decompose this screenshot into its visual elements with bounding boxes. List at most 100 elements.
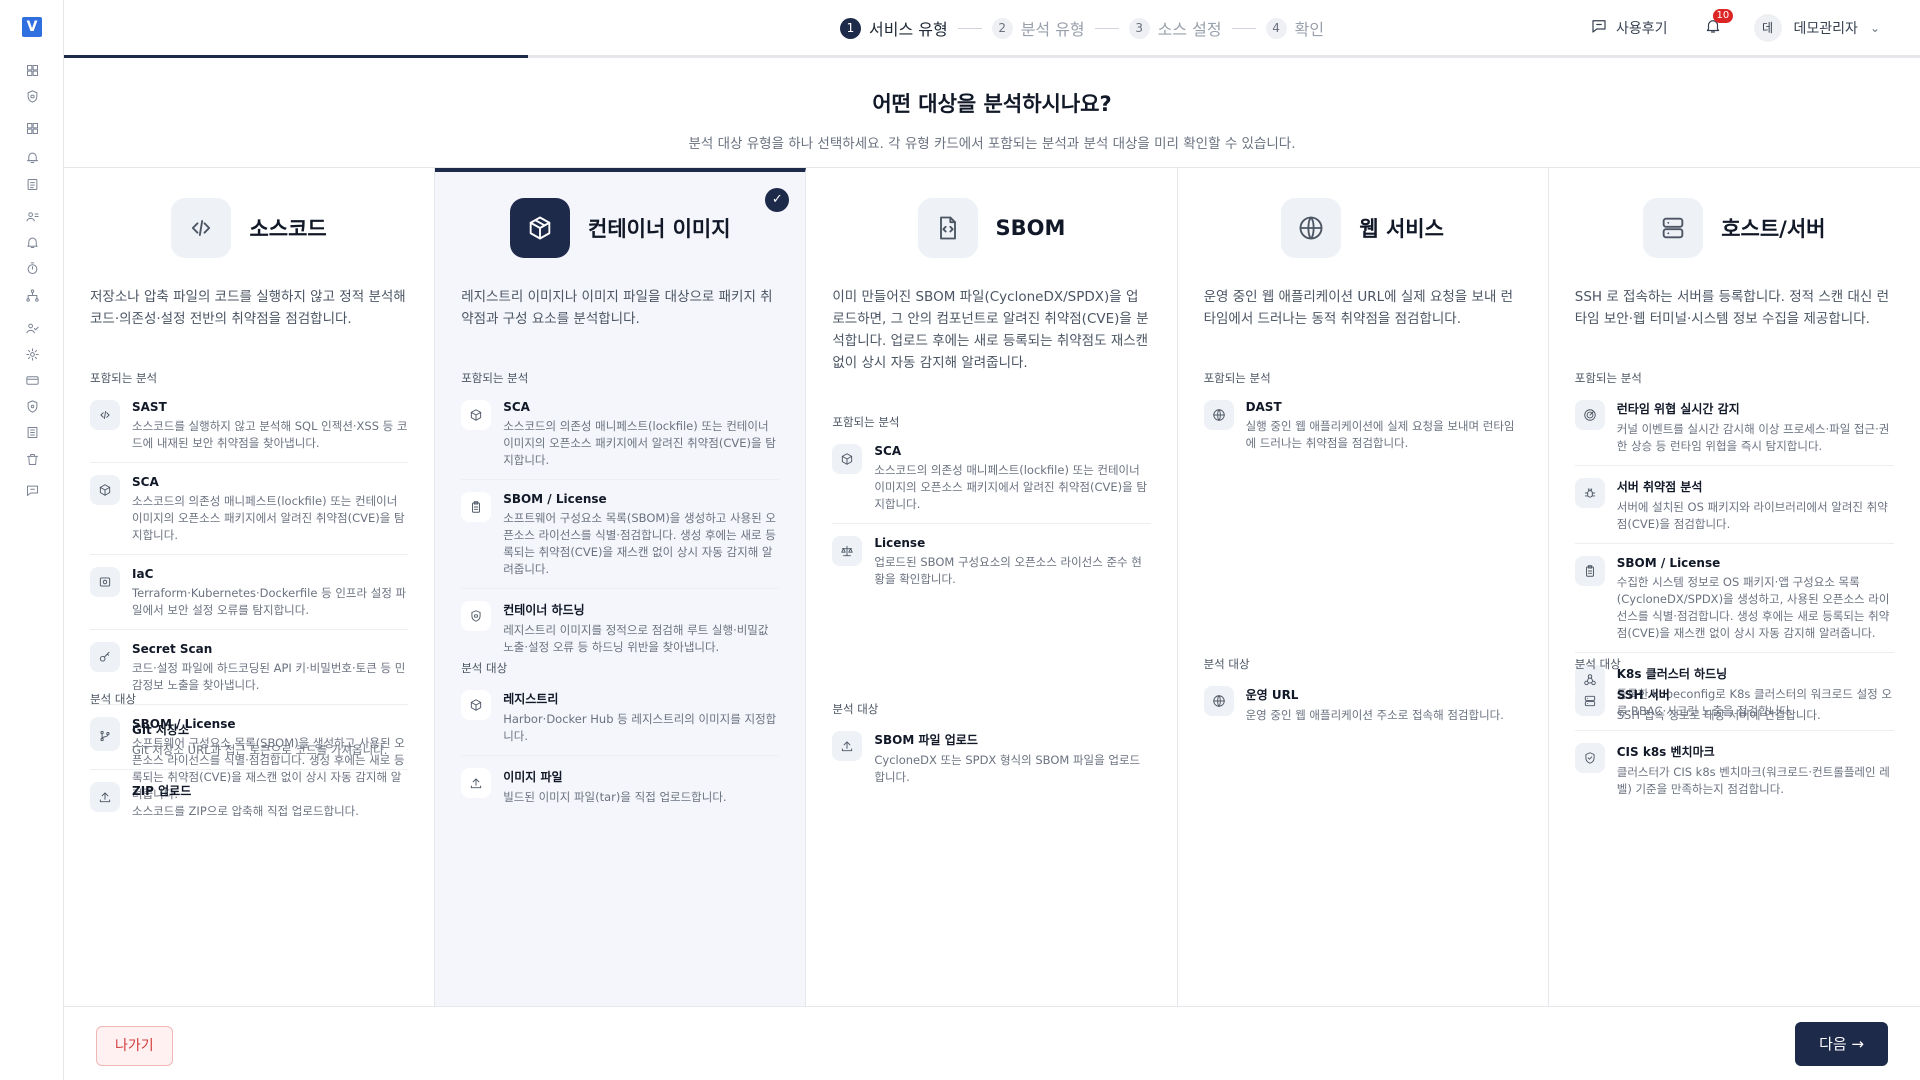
service-card-0[interactable]: 소스코드 저장소나 압축 파일의 코드를 실행하지 않고 정적 분석해 코드·의존…: [64, 168, 436, 1006]
analysis-section-label: 포함되는 분석: [1574, 371, 1642, 385]
globe-icon: [1281, 198, 1342, 258]
chevron-down-icon: ⌄: [1869, 21, 1880, 35]
analysis-list: SCA 소스코드의 의존성 매니페스트(lockfile) 또는 컨테이너 이미지…: [461, 400, 780, 666]
step-separator: [1231, 27, 1256, 29]
target-title: Git 저장소: [132, 723, 189, 737]
analysis-item: DAST 실행 중인 웹 애플리케이션에 실제 요청을 보내며 런타임에 드러나는…: [1203, 400, 1522, 462]
report-icon[interactable]: [24, 176, 40, 192]
service-type-cards: 소스코드 저장소나 압축 파일의 코드를 실행하지 않고 정적 분석해 코드·의존…: [64, 168, 1920, 1006]
next-button[interactable]: 다음 →: [1795, 1022, 1888, 1066]
shield-check-icon: [1574, 743, 1605, 773]
service-card-4[interactable]: 호스트/서버 SSH 로 접속하는 서버를 등록합니다. 정적 스캔 대신 런타임…: [1549, 168, 1920, 1006]
card-title: 웹 서비스: [1359, 217, 1444, 241]
card-title: SBOM: [995, 216, 1066, 240]
message-icon: [1590, 17, 1608, 39]
step-separator: [957, 27, 982, 29]
list-icon[interactable]: [24, 424, 40, 440]
target-title: SSH 서버: [1616, 688, 1670, 702]
card-title: 소스코드: [249, 217, 327, 241]
shield-icon[interactable]: [24, 88, 40, 104]
service-card-2[interactable]: SBOM 이미 만들어진 SBOM 파일(CycloneDX/SPDX)을 업로드…: [806, 168, 1178, 1006]
package-icon: [461, 690, 492, 720]
target-section: 분석 대상 Git 저장소 Git 저장소 URL과 접근 토큰으로 코드를 가져옵…: [90, 691, 409, 842]
analysis-description: 클러스터가 CIS k8s 벤치마크(워크로드·컨트롤플레인 레벨) 기준을 만…: [1616, 765, 1890, 796]
analysis-item: License 업로드된 SBOM 구성요소의 오픈소스 라이선스 준수 현황을 …: [832, 536, 1150, 598]
service-card-3[interactable]: 웹 서비스 운영 중인 웹 애플리케이션 URL에 실제 요청을 보내 런타임에서…: [1178, 168, 1549, 1006]
step-3[interactable]: 3 소스 설정: [1128, 16, 1222, 40]
target-item: SBOM 파일 업로드 CycloneDX 또는 SPDX 형식의 SBOM 파일…: [832, 731, 1150, 796]
step-separator: [1094, 27, 1119, 29]
package-icon: [832, 444, 863, 474]
review-button[interactable]: 사용후기: [1590, 17, 1668, 39]
analysis-item: 서버 취약점 분석 서버에 설치된 OS 패키지와 라이브러리에서 알려진 취약점…: [1574, 478, 1894, 544]
analysis-item: SCA 소스코드의 의존성 매니페스트(lockfile) 또는 컨테이너 이미지…: [461, 400, 780, 480]
shield-icon: [461, 601, 492, 631]
analysis-item: 런타임 위협 실시간 감지 커널 이벤트를 실시간 감시해 이상 프로세스·파일 …: [1574, 400, 1894, 466]
message-icon[interactable]: [24, 482, 40, 498]
step-label: 확인: [1294, 20, 1325, 39]
analysis-description: 레지스트리 이미지를 정적으로 점검해 루트 실행·비밀값 노출·설정 오류 등…: [503, 623, 769, 654]
shield-lock-icon[interactable]: [24, 398, 40, 414]
target-title: SBOM 파일 업로드: [874, 733, 978, 747]
bell-icon[interactable]: [24, 234, 40, 250]
notification-badge: 10: [1712, 9, 1734, 23]
target-description: CycloneDX 또는 SPDX 형식의 SBOM 파일을 업로드합니다.: [874, 753, 1141, 784]
target-description: 빌드된 이미지 파일(tar)을 직접 업로드합니다.: [503, 790, 727, 804]
service-card-1[interactable]: ✓ 컨테이너 이미지 레지스트리 이미지나 이미지 파일을 대상으로 패키지 취약점…: [435, 168, 807, 1006]
trash-icon[interactable]: [24, 451, 40, 467]
analysis-description: 소스코드의 의존성 매니페스트(lockfile) 또는 컨테이너 이미지의 오…: [874, 463, 1147, 511]
analysis-title: SCA: [874, 444, 902, 458]
gear-icon[interactable]: [24, 346, 40, 362]
analysis-item: SBOM / License 소프트웨어 구성요소 목록(SBOM)을 생성하고 …: [461, 492, 780, 589]
card-icon[interactable]: [24, 372, 40, 388]
server-config-icon: [90, 567, 120, 597]
step-number: 2: [991, 17, 1013, 39]
card-description: SSH 로 접속하는 서버를 등록합니다. 정적 스캔 대신 런타임 보안·웹 …: [1574, 289, 1890, 327]
network-icon[interactable]: [24, 287, 40, 303]
app-logo[interactable]: V: [22, 17, 42, 37]
step-2[interactable]: 2 분석 유형: [991, 16, 1085, 40]
analysis-item: SCA 소스코드의 의존성 매니페스트(lockfile) 또는 컨테이너 이미지…: [832, 444, 1151, 524]
step-label: 소스 설정: [1157, 20, 1222, 39]
grid-icon[interactable]: [24, 120, 40, 136]
target-title: 운영 URL: [1245, 688, 1299, 702]
step-1[interactable]: 1 서비스 유형: [840, 16, 948, 40]
review-label: 사용후기: [1616, 21, 1668, 37]
analysis-section-label: 포함되는 분석: [90, 371, 158, 385]
exit-button[interactable]: 나가기: [96, 1026, 173, 1066]
analysis-item: IaC Terraform·Kubernetes·Dockerfile 등 인프라…: [90, 567, 409, 630]
user-menu[interactable]: 데 데모관리자 ⌄: [1753, 14, 1880, 42]
step-number: 4: [1265, 17, 1287, 39]
alarm-icon[interactable]: [24, 149, 40, 165]
analysis-description: 소스코드를 실행하지 않고 분석해 SQL 인젝션·XSS 등 코드에 내재된 …: [132, 419, 408, 450]
page-subtitle: 분석 대상 유형을 하나 선택하세요. 각 유형 카드에서 포함되는 분석과 분…: [688, 136, 1296, 152]
analysis-list: 런타임 위협 실시간 감지 커널 이벤트를 실시간 감시해 이상 프로세스·파일 …: [1574, 400, 1894, 808]
user-group-icon[interactable]: [24, 208, 40, 224]
left-rail: V: [0, 0, 64, 1080]
code-icon: [171, 198, 232, 258]
analysis-title: SBOM / License: [1616, 556, 1721, 570]
git-branch-icon: [90, 721, 120, 751]
user-check-icon[interactable]: [24, 320, 40, 336]
avatar: 데: [1753, 14, 1782, 42]
card-description: 이미 만들어진 SBOM 파일(CycloneDX/SPDX)을 업로드하면, …: [832, 289, 1149, 371]
step-4[interactable]: 4 확인: [1265, 16, 1325, 40]
target-section: 분석 대상 SSH 서버 SSH 접속 정보로 대상 서버에 연결합니다.: [1574, 656, 1894, 746]
analysis-title: SCA: [132, 475, 159, 489]
analysis-title: SAST: [132, 400, 167, 414]
analysis-title: DAST: [1245, 400, 1282, 414]
target-description: SSH 접속 정보로 대상 서버에 연결합니다.: [1616, 708, 1821, 722]
top-header: 1 서비스 유형 2 분석 유형 3 소스 설정 4 확인 사용후기 10 데 데모관리자 ⌄: [64, 0, 1920, 58]
dashboard-icon[interactable]: [24, 62, 40, 78]
clipboard-icon: [461, 492, 492, 522]
analysis-item: SCA 소스코드의 의존성 매니페스트(lockfile) 또는 컨테이너 이미지…: [90, 475, 409, 555]
notification-button[interactable]: 10: [1704, 9, 1734, 39]
timer-icon[interactable]: [24, 260, 40, 276]
step-number: 1: [840, 17, 861, 39]
analysis-title: 런타임 위협 실시간 감지: [1616, 402, 1740, 416]
target-description: Git 저장소 URL과 접근 토큰으로 코드를 가져옵니다.: [132, 743, 388, 757]
target-item: 운영 URL 운영 중인 웹 애플리케이션 주소로 접속해 점검합니다.: [1203, 686, 1522, 734]
server-icon: [1574, 686, 1605, 716]
user-name: 데모관리자: [1793, 21, 1858, 37]
target-section: 분석 대상 운영 URL 운영 중인 웹 애플리케이션 주소로 접속해 점검합니다.: [1203, 656, 1522, 746]
